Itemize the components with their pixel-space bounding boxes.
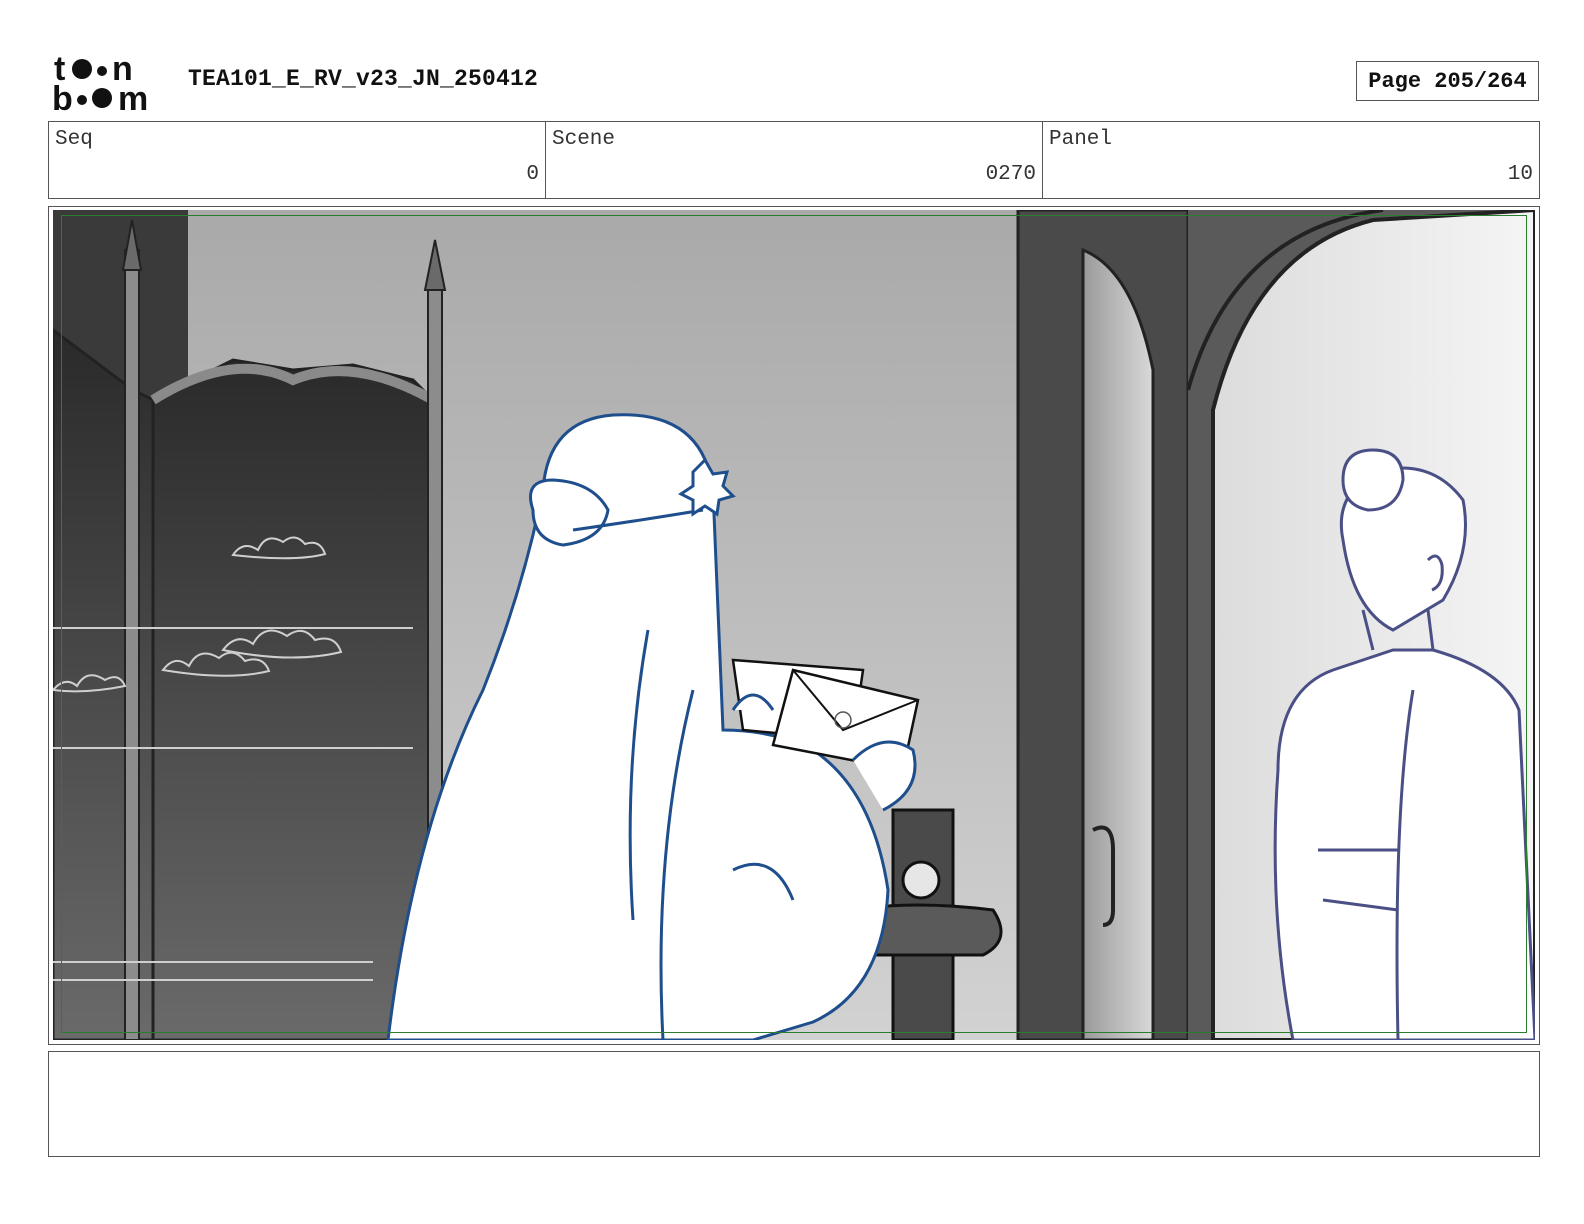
- panel-cell: Panel 10: [1043, 122, 1539, 198]
- panel-notes: [48, 1051, 1540, 1157]
- scene-label: Scene: [552, 128, 616, 151]
- panel-info-row: Seq 0 Scene 0270 Panel 10: [48, 121, 1540, 199]
- svg-text:m: m: [118, 80, 148, 112]
- scene-value: 0270: [985, 163, 1036, 186]
- document-title: TEA101_E_RV_v23_JN_250412: [188, 66, 539, 92]
- seq-value: 0: [526, 163, 539, 186]
- toon-boom-logo: t n b m: [52, 50, 164, 118]
- seq-cell: Seq 0: [49, 122, 546, 198]
- panel-label: Panel: [1049, 128, 1113, 151]
- seq-label: Seq: [55, 128, 93, 151]
- page-indicator: Page 205/264: [1356, 61, 1539, 101]
- panel-artwork: [53, 210, 1535, 1040]
- storyboard-panel: [48, 206, 1540, 1045]
- panel-value: 10: [1507, 163, 1533, 186]
- svg-text:b: b: [52, 80, 73, 112]
- scene-cell: Scene 0270: [546, 122, 1043, 198]
